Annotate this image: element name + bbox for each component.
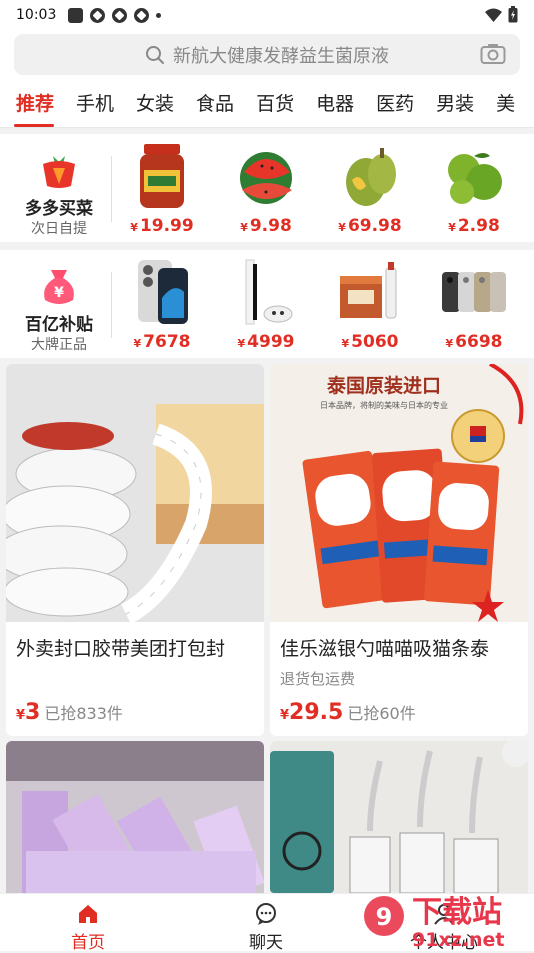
product-card[interactable]: 泰国原装进口 日本品牌，将制的美味与日本的专业 佳乐滋银勺喵喵吸猫条泰 退货包运… bbox=[270, 364, 528, 736]
durian-image bbox=[346, 148, 396, 206]
product-card[interactable] bbox=[270, 741, 528, 893]
home-icon bbox=[79, 905, 97, 923]
status-bar: 10:03 bbox=[0, 0, 534, 30]
battery-icon bbox=[508, 6, 518, 23]
header: 新航大健康发酵益生菌原液 推荐 手机 女装 食品 百货 电器 医药 男装 美 bbox=[0, 30, 534, 128]
svg-text:¥: ¥ bbox=[54, 285, 64, 301]
product-price: ¥19.99 bbox=[130, 216, 194, 236]
green-fruit-image bbox=[448, 153, 502, 204]
notification-app-icon bbox=[90, 7, 106, 23]
tab-mens[interactable]: 男装 bbox=[425, 88, 485, 120]
product-price: ¥6698 bbox=[445, 332, 503, 352]
section-divider bbox=[111, 156, 112, 222]
nav-home-label: 首页 bbox=[71, 933, 105, 953]
grocery-title: 多多买菜 bbox=[25, 199, 93, 219]
iphone-image bbox=[138, 260, 188, 324]
game-console-image bbox=[245, 259, 293, 325]
product-price: ¥69.98 bbox=[338, 216, 402, 236]
product-price: ¥7678 bbox=[133, 332, 191, 352]
watermark-title: 下载站 bbox=[412, 895, 502, 930]
product-durian[interactable]: ¥69.98 bbox=[330, 142, 410, 242]
nav-chat[interactable]: 聊天 bbox=[206, 894, 326, 953]
search-icon bbox=[146, 45, 164, 64]
watermark-url: 91xz.net bbox=[412, 929, 504, 950]
product-sauce-jar[interactable]: ¥19.99 bbox=[122, 142, 202, 242]
subsidy-section[interactable]: ¥ 百亿补贴 大牌正品 ¥7678 ¥4999 ¥5060 ¥ 6698 bbox=[0, 250, 534, 358]
product-service-tag: 退货包运费 bbox=[280, 670, 356, 688]
product-game-console[interactable]: ¥4999 bbox=[226, 258, 306, 358]
liquor-box-image bbox=[340, 262, 397, 319]
sold-count: 已抢60件 bbox=[347, 704, 416, 723]
watermelon-image bbox=[240, 152, 292, 204]
category-tabs: 推荐 手机 女装 食品 百货 电器 医药 男装 美 bbox=[0, 88, 526, 124]
tab-medicine[interactable]: 医药 bbox=[365, 88, 425, 120]
product-price: ¥3 已抢833件 bbox=[16, 700, 123, 725]
subsidy-entry[interactable]: ¥ 百亿补贴 大牌正品 bbox=[0, 250, 118, 358]
product-card[interactable] bbox=[6, 741, 264, 893]
iphone-colors-image bbox=[442, 272, 506, 312]
notification-icons bbox=[68, 7, 162, 23]
grocery-subtitle: 次日自提 bbox=[31, 221, 87, 237]
sold-count: 已抢833件 bbox=[44, 704, 123, 723]
notification-square-icon bbox=[68, 7, 84, 23]
tab-general[interactable]: 百货 bbox=[245, 88, 305, 120]
grocery-entry[interactable]: 多多买菜 次日自提 bbox=[0, 134, 118, 242]
wifi-icon bbox=[485, 8, 502, 22]
cat-treats-image: 泰国原装进口 日本品牌，将制的美味与日本的专业 bbox=[270, 364, 528, 622]
status-time: 10:03 bbox=[16, 7, 57, 23]
product-watermelon[interactable]: ¥9.98 bbox=[226, 142, 306, 242]
product-price: ¥2.98 bbox=[448, 216, 500, 236]
product-title: 佳乐滋银勺喵喵吸猫条泰 bbox=[280, 638, 490, 660]
tabs-divider bbox=[0, 127, 534, 128]
product-liquor-box[interactable]: ¥5060 bbox=[330, 258, 410, 358]
product-price: ¥9.98 bbox=[240, 216, 292, 236]
product-green-fruit[interactable]: ¥2.98 bbox=[434, 142, 514, 242]
sauce-jar-image bbox=[140, 144, 184, 208]
section-divider bbox=[111, 272, 112, 338]
product-price: ¥5060 bbox=[341, 332, 399, 352]
grocery-section[interactable]: 多多买菜 次日自提 ¥19.99 ¥9.98 ¥69.98 ¥ 2.98 bbox=[0, 134, 534, 242]
tape-rolls-image bbox=[6, 364, 264, 622]
site-watermark: 9 下载站 91xz.net bbox=[364, 895, 504, 950]
subsidy-title: 百亿补贴 bbox=[25, 315, 93, 335]
camera-icon[interactable] bbox=[480, 43, 506, 65]
carrot-bag-icon bbox=[43, 156, 75, 188]
search-placeholder: 新航大健康发酵益生菌原液 bbox=[173, 45, 389, 67]
chat-icon bbox=[256, 903, 276, 925]
product-price: ¥29.5 已抢60件 bbox=[280, 700, 416, 725]
banner-text: 泰国原装进口 bbox=[326, 374, 441, 397]
more-notifications-dot bbox=[156, 12, 162, 18]
product-title: 外卖封口胶带美团打包封 bbox=[16, 638, 226, 660]
nav-chat-label: 聊天 bbox=[249, 933, 283, 953]
tab-recommend[interactable]: 推荐 bbox=[0, 88, 65, 120]
tab-womens[interactable]: 女装 bbox=[125, 88, 185, 120]
notification-app-icon bbox=[134, 7, 150, 23]
tab-electronics[interactable]: 电器 bbox=[305, 88, 365, 120]
product-card[interactable]: 外卖封口胶带美团打包封 ¥3 已抢833件 bbox=[6, 364, 264, 736]
product-iphone-colors[interactable]: ¥6698 bbox=[434, 258, 514, 358]
money-bag-icon: ¥ bbox=[44, 270, 74, 304]
nav-home[interactable]: 首页 bbox=[28, 894, 148, 953]
notification-app-icon bbox=[112, 7, 128, 23]
tab-food[interactable]: 食品 bbox=[185, 88, 245, 120]
tab-beauty[interactable]: 美 bbox=[485, 88, 526, 120]
product-iphone[interactable]: ¥7678 bbox=[122, 258, 202, 358]
product-price: ¥4999 bbox=[237, 332, 295, 352]
tab-phones[interactable]: 手机 bbox=[65, 88, 125, 120]
subsidy-subtitle: 大牌正品 bbox=[31, 337, 87, 353]
svg-text:9: 9 bbox=[376, 903, 393, 931]
search-bar[interactable]: 新航大健康发酵益生菌原液 bbox=[14, 34, 520, 75]
keychains-image bbox=[270, 741, 528, 893]
banner-subtext: 日本品牌，将制的美味与日本的专业 bbox=[320, 400, 448, 410]
cosmetics-image bbox=[6, 741, 264, 893]
